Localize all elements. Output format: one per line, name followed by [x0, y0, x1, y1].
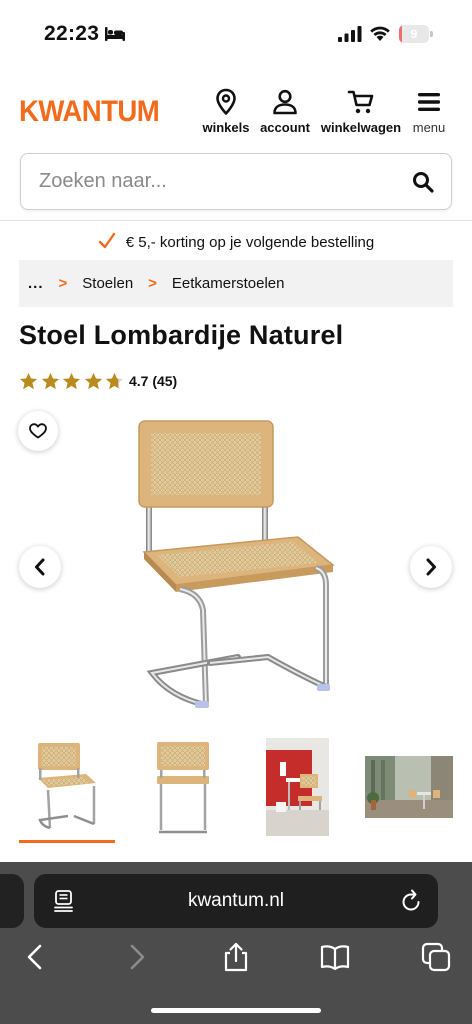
hamburger-menu-icon: [418, 93, 440, 111]
nav-cart-label: winkelwagen: [320, 120, 402, 135]
url-text: kwantum.nl: [187, 890, 285, 911]
star-icon: [19, 372, 38, 389]
address-bar[interactable]: kwantum.nl: [34, 874, 438, 928]
checkmark-icon: [98, 232, 115, 249]
location-pin-icon: [216, 88, 236, 115]
wifi-icon: [370, 26, 390, 41]
product-image-carousel[interactable]: [0, 405, 472, 725]
nav-stores-label: winkels: [202, 120, 250, 135]
star-icon: [63, 372, 81, 389]
thumbnail-1[interactable]: [34, 738, 100, 836]
heart-icon: [29, 423, 47, 439]
breadcrumb-root[interactable]: ...: [28, 275, 44, 292]
thumbnail-strip: [0, 738, 472, 848]
thumbnail-3[interactable]: [266, 738, 329, 836]
favorite-button[interactable]: [18, 411, 58, 451]
carousel-prev-button[interactable]: [19, 546, 61, 588]
breadcrumb: ... > Stoelen > Eetkamerstoelen: [19, 260, 453, 307]
status-bar: 22:23 9: [0, 0, 472, 70]
status-time: 22:23: [44, 22, 100, 45]
battery-indicator: 9: [399, 25, 433, 43]
nav-account-label: account: [260, 120, 310, 135]
breadcrumb-item-eetkamerstoelen[interactable]: Eetkamerstoelen: [172, 275, 285, 292]
carousel-next-button[interactable]: [410, 546, 452, 588]
star-icon: [106, 372, 124, 389]
tabs-icon[interactable]: [421, 942, 451, 972]
chevron-left-icon: [35, 558, 45, 576]
reload-icon[interactable]: [400, 889, 422, 913]
home-indicator: [151, 1008, 321, 1013]
header-divider: [0, 220, 472, 221]
promo-text: € 5,- korting op je volgende bestelling: [125, 234, 375, 251]
product-rating[interactable]: 4.7 (45): [19, 370, 177, 392]
browser-toolbar: kwantum.nl: [0, 862, 472, 1024]
back-icon[interactable]: [20, 942, 50, 972]
kwantum-logo[interactable]: KWANTUM: [19, 95, 160, 129]
chevron-right-icon: >: [148, 275, 157, 292]
star-icon: [84, 372, 102, 389]
nav-cart[interactable]: winkelwagen: [319, 88, 403, 135]
nav-account[interactable]: account: [257, 88, 313, 135]
share-icon[interactable]: [221, 942, 251, 972]
nav-menu[interactable]: menu: [410, 88, 448, 135]
nav-stores[interactable]: winkels: [202, 88, 250, 135]
rating-stars: [19, 372, 127, 391]
site-header: KWANTUM winkels account winkelwagen menu: [0, 82, 472, 142]
chevron-right-icon: >: [58, 275, 68, 292]
battery-level-text: 9: [410, 27, 418, 41]
forward-icon[interactable]: [122, 942, 152, 972]
product-title: Stoel Lombardije Naturel: [19, 320, 344, 350]
product-image-chair: [138, 420, 335, 708]
breadcrumb-item-stoelen[interactable]: Stoelen: [82, 275, 133, 292]
search-icon[interactable]: [412, 171, 434, 193]
search-input[interactable]: [39, 154, 399, 209]
bookmarks-icon[interactable]: [320, 942, 350, 972]
thumbnail-active-indicator: [19, 840, 115, 843]
rating-text: 4.7 (45): [128, 373, 178, 389]
previous-tab-peek[interactable]: [0, 874, 24, 928]
chevron-right-icon: [426, 558, 436, 576]
sleep-focus-icon: [105, 27, 125, 41]
cart-icon: [347, 90, 374, 114]
nav-menu-label: menu: [412, 120, 446, 135]
promo-banner: € 5,- korting op je volgende bestelling: [0, 232, 472, 254]
cellular-signal-icon: [338, 26, 362, 42]
thumbnail-4[interactable]: [365, 756, 453, 818]
search-bar: [20, 153, 452, 210]
star-icon: [41, 372, 59, 389]
user-icon: [273, 89, 297, 115]
thumbnail-2[interactable]: [155, 738, 211, 836]
